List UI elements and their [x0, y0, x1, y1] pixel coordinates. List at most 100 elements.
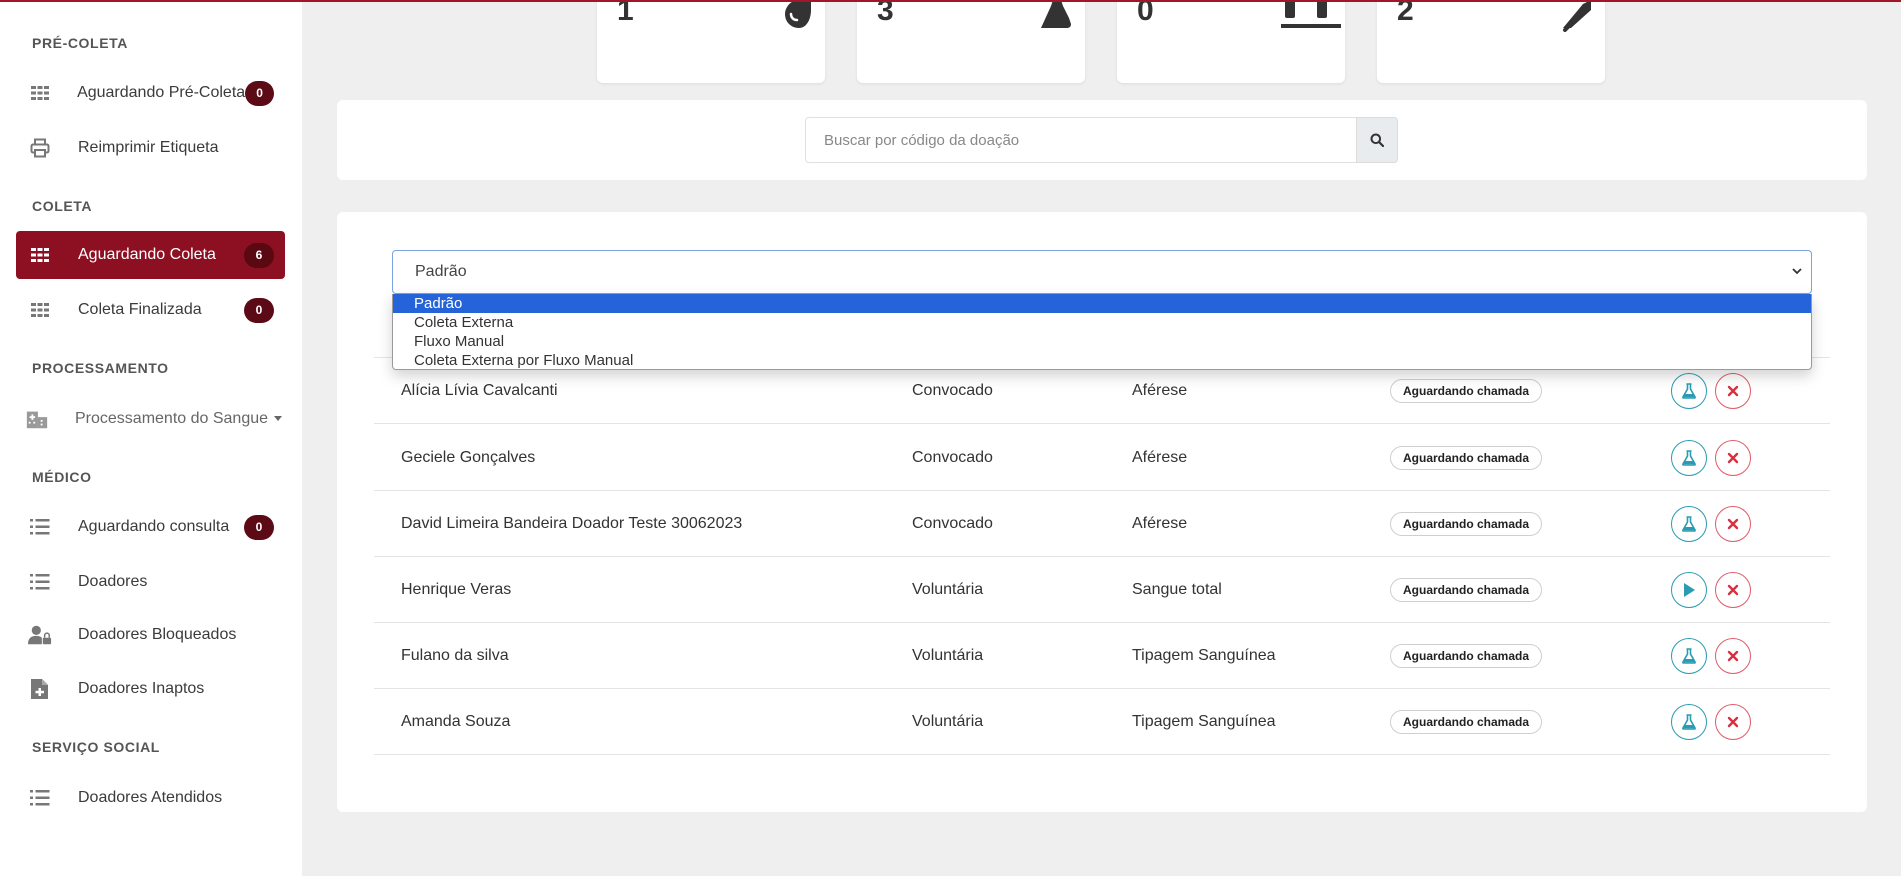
- flask-icon: [1682, 714, 1696, 730]
- flow-select[interactable]: Padrão: [392, 250, 1812, 294]
- sidebar-item-label-text: Processamento do Sangue: [75, 410, 269, 427]
- stat-card-leitos[interactable]: 0: [1117, 0, 1345, 83]
- stat-card-coletas[interactable]: 1: [597, 0, 825, 83]
- donor-type: Voluntária: [912, 647, 984, 664]
- main-panel: Padrão Padrão Coleta Externa Fluxo Manua…: [337, 212, 1867, 812]
- cancel-button[interactable]: [1715, 440, 1751, 476]
- close-icon: [1727, 716, 1739, 728]
- donor-name: David Limeira Bandeira Doador Teste 3006…: [401, 515, 743, 532]
- list-icon: [28, 570, 52, 594]
- count-badge: 0: [244, 514, 274, 540]
- search-input[interactable]: [805, 117, 1357, 163]
- donor-name: Henrique Veras: [401, 581, 512, 598]
- sidebar-item-reimprimir-etiqueta[interactable]: Reimprimir Etiqueta: [16, 124, 285, 172]
- collect-button[interactable]: [1671, 373, 1707, 409]
- flow-select-value: Padrão: [415, 263, 467, 280]
- status-badge: Aguardando chamada: [1390, 379, 1543, 403]
- sidebar-item-coleta-finalizada[interactable]: Coleta Finalizada 0: [16, 286, 285, 334]
- tint-icon: [761, 0, 811, 32]
- sidebar-item-doadores-inaptos[interactable]: Doadores Inaptos: [16, 665, 285, 713]
- table-row: Geciele Gonçalves Convocado Aférese Agua…: [374, 425, 1830, 491]
- cancel-button[interactable]: [1715, 506, 1751, 542]
- sidebar-item-aguardando-coleta[interactable]: Aguardando Coleta 6: [16, 231, 285, 279]
- donor-name: Amanda Souza: [401, 713, 511, 730]
- sidebar-item-doadores-bloqueados[interactable]: Doadores Bloqueados: [16, 611, 285, 659]
- start-button[interactable]: [1671, 572, 1707, 608]
- cancel-button[interactable]: [1715, 373, 1751, 409]
- status-badge: Aguardando chamada: [1390, 644, 1543, 668]
- sidebar-item-aguardando-consulta[interactable]: Aguardando consulta 0: [16, 503, 285, 551]
- sidebar-item-label: Doadores: [78, 573, 148, 590]
- donation-procedure: Sangue total: [1132, 581, 1222, 598]
- stat-card-exames[interactable]: 3: [857, 0, 1085, 83]
- donation-procedure: Aférese: [1132, 449, 1188, 466]
- list-icon: [28, 786, 52, 810]
- donation-procedure: Tipagem Sanguínea: [1132, 713, 1276, 730]
- stat-value: 1: [617, 0, 634, 27]
- cancel-button[interactable]: [1715, 638, 1751, 674]
- grid-icon: [28, 81, 51, 105]
- section-title-pre-coleta: PRÉ-COLETA: [32, 35, 128, 51]
- search-icon: [1370, 133, 1384, 147]
- donor-type: Voluntária: [912, 713, 984, 730]
- user-lock-icon: [28, 623, 52, 647]
- sidebar-item-label: Processamento do Sangue: [75, 410, 283, 428]
- syringe-icon: [1541, 0, 1591, 32]
- play-icon: [1684, 583, 1695, 597]
- sidebar-item-aguardando-pre-coleta[interactable]: Aguardando Pré-Coleta 0: [16, 69, 285, 117]
- flask-icon: [1682, 450, 1696, 466]
- stat-value: 2: [1397, 0, 1414, 27]
- count-badge: 0: [245, 80, 274, 106]
- donation-procedure: Tipagem Sanguínea: [1132, 647, 1276, 664]
- sidebar-item-doadores[interactable]: Doadores: [16, 558, 285, 606]
- sidebar-item-doadores-atendidos[interactable]: Doadores Atendidos: [16, 774, 285, 822]
- sidebar-item-label: Doadores Inaptos: [78, 680, 205, 697]
- bed-icon: [1281, 0, 1341, 32]
- collect-button[interactable]: [1671, 638, 1707, 674]
- donor-type: Convocado: [912, 515, 993, 532]
- table-row: Amanda Souza Voluntária Tipagem Sanguíne…: [374, 689, 1830, 755]
- count-badge: 0: [244, 297, 274, 323]
- flow-option-padrao[interactable]: Padrão: [393, 294, 1811, 313]
- flow-option-coleta-externa[interactable]: Coleta Externa: [393, 313, 1811, 332]
- section-title-medico: MÉDICO: [32, 469, 92, 485]
- search-panel: [337, 100, 1867, 180]
- sidebar-item-processamento-sangue[interactable]: Processamento do Sangue: [13, 395, 283, 443]
- collect-button[interactable]: [1671, 704, 1707, 740]
- file-medical-icon: [28, 677, 52, 701]
- printer-icon: [28, 136, 52, 160]
- flow-select-dropdown: Padrão Coleta Externa Fluxo Manual Colet…: [392, 294, 1812, 370]
- flow-option-fluxo-manual[interactable]: Fluxo Manual: [393, 332, 1811, 351]
- section-title-coleta: COLETA: [32, 198, 93, 214]
- cancel-button[interactable]: [1715, 572, 1751, 608]
- flask-icon: [1021, 0, 1071, 32]
- list-icon: [28, 515, 52, 539]
- close-icon: [1727, 385, 1739, 397]
- cancel-button[interactable]: [1715, 704, 1751, 740]
- grid-icon: [28, 298, 52, 322]
- flow-option-coleta-externa-fluxo-manual[interactable]: Coleta Externa por Fluxo Manual: [393, 351, 1811, 370]
- close-icon: [1727, 452, 1739, 464]
- hospital-icon: [25, 407, 49, 431]
- close-icon: [1727, 518, 1739, 530]
- status-badge: Aguardando chamada: [1390, 446, 1543, 470]
- sidebar-item-label: Doadores Atendidos: [78, 789, 223, 806]
- collect-button[interactable]: [1671, 440, 1707, 476]
- donor-type: Voluntária: [912, 581, 984, 598]
- search-button[interactable]: [1356, 117, 1398, 163]
- flask-icon: [1682, 383, 1696, 399]
- flask-icon: [1682, 516, 1696, 532]
- table-row: Henrique Veras Voluntária Sangue total A…: [374, 557, 1830, 623]
- sidebar-item-label: Aguardando consulta: [78, 518, 230, 535]
- donor-name: Geciele Gonçalves: [401, 449, 536, 466]
- chevron-down-icon: [1792, 268, 1802, 275]
- stat-value: 3: [877, 0, 894, 27]
- top-accent-line: [0, 0, 1901, 2]
- grid-icon: [28, 243, 52, 267]
- sidebar-item-label: Doadores Bloqueados: [78, 626, 237, 643]
- collect-button[interactable]: [1671, 506, 1707, 542]
- caret-down-icon: [274, 416, 283, 422]
- donor-type: Convocado: [912, 449, 993, 466]
- close-icon: [1727, 584, 1739, 596]
- stat-card-amostras[interactable]: 2: [1377, 0, 1605, 83]
